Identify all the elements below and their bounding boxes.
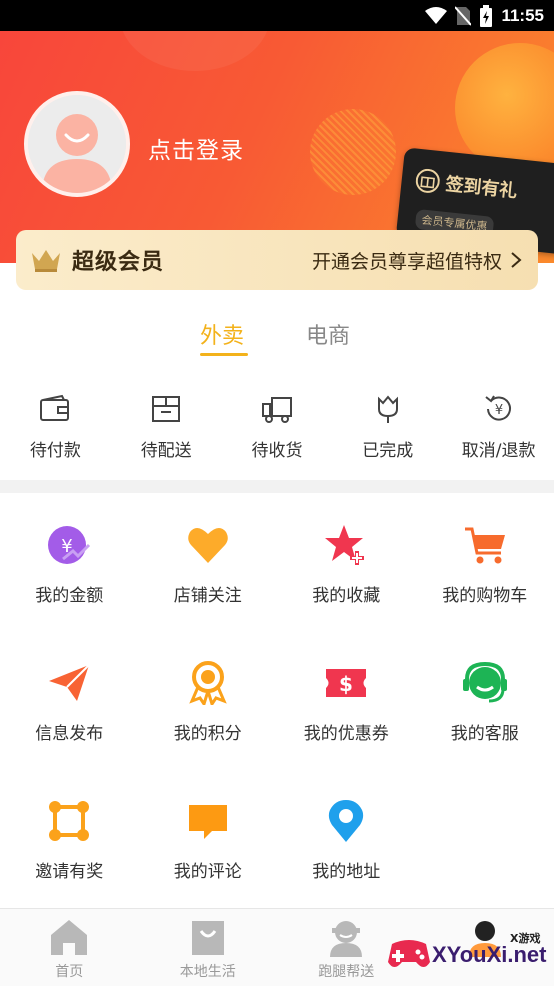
default-avatar-icon [28, 95, 126, 193]
share-nodes-icon [49, 801, 90, 841]
svg-text:¥: ¥ [494, 403, 502, 418]
service-label: 我的客服 [450, 724, 519, 744]
service-label: 邀请有奖 [35, 862, 104, 882]
order-label: 待付款 [29, 441, 81, 461]
tab-ecommerce[interactable]: 电商 [306, 318, 350, 350]
truck-icon [261, 397, 292, 423]
service-label: 信息发布 [35, 724, 104, 744]
tab-underline [200, 353, 248, 356]
order-label: 取消/退款 [461, 441, 536, 461]
order-pending-delivery[interactable]: 待配送 [111, 392, 222, 472]
service-label: 店铺关注 [173, 586, 242, 606]
cart-icon [464, 527, 505, 564]
service-followed-shops[interactable]: 店铺关注 [139, 523, 278, 661]
order-label: 待配送 [140, 441, 192, 461]
location-pin-icon [329, 800, 364, 842]
service-label: 我的购物车 [442, 586, 528, 606]
nav-label: 本地生活 [179, 964, 236, 980]
decor-circle [310, 109, 396, 195]
crown-icon [32, 250, 60, 272]
heart-icon [187, 527, 228, 563]
comment-icon [188, 805, 227, 839]
home-icon [51, 920, 88, 955]
svg-text:$: $ [339, 672, 353, 696]
chevron-right-icon [511, 252, 522, 268]
service-label: 我的积分 [173, 724, 242, 744]
login-link[interactable]: 点击登录 [148, 131, 244, 165]
order-pending-receipt[interactable]: 待收货 [222, 392, 333, 472]
order-status-row: 待付款 待配送 待收货 已完成 ¥ 取消/退款 [0, 392, 554, 472]
service-my-balance[interactable]: ¥ 我的金额 [0, 523, 139, 661]
service-cart[interactable]: 我的购物车 [416, 523, 554, 661]
decor-circle [120, 31, 270, 71]
wallet-icon [40, 394, 70, 421]
paper-plane-icon [49, 664, 90, 701]
refund-icon: ¥ [484, 395, 511, 421]
service-label: 我的金额 [35, 586, 104, 606]
gamepad-logo-icon [388, 940, 430, 967]
order-label: 已完成 [362, 441, 414, 461]
nav-home[interactable]: 首页 [0, 909, 139, 986]
status-bar: 11:55 [0, 0, 554, 31]
status-time: 11:55 [501, 6, 544, 25]
service-label: 我的评论 [173, 862, 242, 882]
courier-icon [330, 921, 363, 957]
service-label: 我的地址 [312, 862, 381, 882]
flower-icon [377, 395, 398, 423]
headset-icon [462, 661, 507, 703]
order-cancel-refund[interactable]: ¥ 取消/退款 [443, 392, 554, 472]
nav-label: 跑腿帮送 [318, 964, 375, 980]
shopping-bag-icon [191, 921, 224, 955]
avatar[interactable] [24, 91, 130, 197]
money-icon: ¥ [48, 526, 91, 564]
services-row: 信息发布 我的积分 $ 我的优惠券 我的客服 [0, 661, 554, 799]
package-icon [152, 396, 181, 422]
nav-local-life[interactable]: 本地生活 [139, 909, 278, 986]
section-divider [0, 480, 554, 493]
order-type-tabs: 外卖 电商 [0, 318, 554, 362]
vip-promo: 开通会员尊享超值特权 [311, 250, 502, 273]
tab-waimai[interactable]: 外卖 [200, 318, 244, 350]
no-sim-icon [455, 6, 472, 26]
gift-icon [415, 168, 440, 193]
order-pending-payment[interactable]: 待付款 [0, 392, 111, 472]
watermark-small: X游戏 [510, 932, 541, 945]
service-favorites[interactable]: 我的收藏 [277, 523, 416, 661]
service-coupons[interactable]: $ 我的优惠券 [277, 661, 416, 799]
coupon-icon: $ [326, 669, 367, 697]
super-vip-banner[interactable]: 超级会员 开通会员尊享超值特权 [16, 230, 538, 290]
order-label: 待收货 [251, 441, 303, 461]
service-label: 我的优惠券 [303, 724, 389, 744]
service-points[interactable]: 我的积分 [139, 661, 278, 799]
services-row: ¥ 我的金额 店铺关注 我的收藏 我的购物车 [0, 523, 554, 661]
vip-title: 超级会员 [72, 250, 165, 275]
service-label: 我的收藏 [312, 586, 381, 606]
order-completed[interactable]: 已完成 [332, 392, 443, 472]
star-plus-icon [325, 525, 365, 565]
nav-label: 首页 [55, 964, 84, 980]
service-customer-service[interactable]: 我的客服 [416, 661, 554, 799]
profile-header: 点击登录 签到有礼 会员专属优惠 [0, 31, 554, 263]
services-grid: ¥ 我的金额 店铺关注 我的收藏 我的购物车 信息发布 我的积分 $ 我的优惠券… [0, 523, 554, 937]
site-watermark: XYouXi.net X游戏 [384, 928, 554, 984]
signin-label: 签到有礼 [444, 173, 519, 203]
service-post-info[interactable]: 信息发布 [0, 661, 139, 799]
wifi-icon [425, 7, 448, 24]
medal-icon [188, 661, 227, 705]
status-icons: 11:55 [425, 4, 544, 28]
battery-icon [480, 5, 493, 27]
